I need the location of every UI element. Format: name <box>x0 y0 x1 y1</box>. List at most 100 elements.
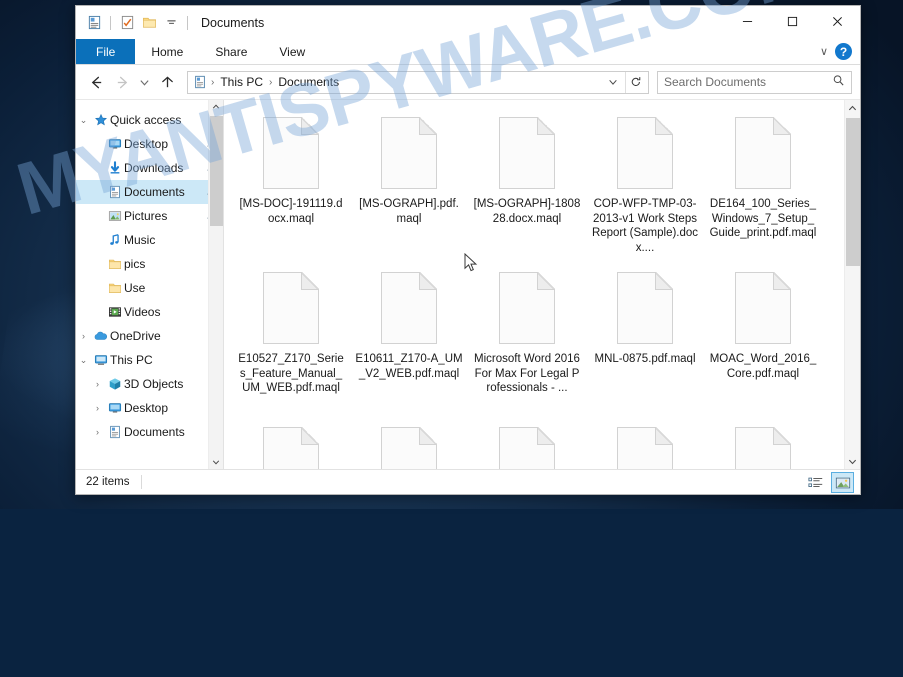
blank-document-icon <box>260 114 322 192</box>
sidebar-item-downloads[interactable]: Downloads <box>76 156 223 180</box>
content-scroll-thumb[interactable] <box>846 118 860 266</box>
back-button[interactable] <box>84 70 108 94</box>
window-title: Documents <box>201 15 265 30</box>
content-scrollbar[interactable] <box>844 100 860 469</box>
refresh-button[interactable] <box>625 71 645 93</box>
qat-divider <box>110 15 111 30</box>
chevron-down-icon[interactable]: ⌄ <box>76 355 91 366</box>
file-item[interactable]: [MS-OGRAPH].pdf.maql <box>350 106 468 261</box>
breadcrumb-documents[interactable]: Documents <box>274 75 343 89</box>
address-breadcrumb-field[interactable]: › This PC › Documents <box>187 70 649 94</box>
file-item[interactable] <box>232 416 350 469</box>
item-count-label: 22 items <box>86 476 130 488</box>
tab-share[interactable]: Share <box>199 39 263 64</box>
sidebar-item-desktop[interactable]: Desktop <box>76 132 223 156</box>
sidebar-item-documents[interactable]: › Documents <box>76 420 223 444</box>
sidebar-item-pictures[interactable]: Pictures <box>76 204 223 228</box>
chevron-right-icon[interactable]: › <box>90 379 105 389</box>
ribbon-right-controls: ∨ ? <box>820 39 856 64</box>
large-icons-view-button[interactable] <box>831 472 854 493</box>
blank-document-icon <box>496 269 558 347</box>
sidebar-item-label: Pictures <box>124 209 168 223</box>
details-view-button[interactable] <box>804 472 827 493</box>
new-folder-checklist-icon[interactable] <box>116 12 138 34</box>
folder-icon[interactable] <box>138 12 160 34</box>
file-item[interactable]: DE164_100_Series_Windows_7_Setup_Guide_p… <box>704 106 822 261</box>
breadcrumb-separator-1[interactable]: › <box>269 77 272 88</box>
breadcrumb-this-pc[interactable]: This PC <box>216 75 267 89</box>
sidebar-item-label: Documents <box>124 425 185 439</box>
file-list-view[interactable]: [MS-DOC]-191119.docx.maql [MS-OGRAPH].pdf… <box>224 100 860 469</box>
navigation-tree: ⌄ Quick access Desktop Downloads Documents Pi… <box>76 100 223 444</box>
sidebar-item-quick-access[interactable]: ⌄ Quick access <box>76 108 223 132</box>
chevron-right-icon[interactable]: › <box>90 427 105 437</box>
close-button[interactable] <box>815 6 860 36</box>
nav-scroll-thumb[interactable] <box>210 116 223 226</box>
sidebar-item-desktop[interactable]: › Desktop <box>76 396 223 420</box>
maximize-button[interactable] <box>770 6 815 36</box>
content-scroll-down-arrow[interactable] <box>845 453 860 469</box>
window-body: ⌄ Quick access Desktop Downloads Documents Pi… <box>76 100 860 469</box>
chevron-down-icon[interactable]: ⌄ <box>76 115 91 126</box>
address-dropdown-chevron-down-icon[interactable] <box>603 72 623 93</box>
nav-scroll-up-arrow[interactable] <box>209 100 223 114</box>
status-bar: 22 items <box>76 469 860 494</box>
file-item[interactable]: MNL-0875.pdf.maql <box>586 261 704 416</box>
forward-button[interactable] <box>110 70 134 94</box>
customize-chevron-down-icon[interactable] <box>160 12 182 34</box>
breadcrumb-separator-0[interactable]: › <box>211 77 214 88</box>
navigation-scrollbar[interactable] <box>208 100 223 469</box>
tab-view[interactable]: View <box>263 39 321 64</box>
file-name-label: E10611_Z170-A_UM_V2_WEB.pdf.maql <box>355 353 463 380</box>
tab-file[interactable]: File <box>76 39 136 64</box>
file-item[interactable] <box>586 416 704 469</box>
blank-document-icon <box>614 114 676 192</box>
ribbon-expand-chevron-down-icon[interactable]: ∨ <box>820 45 828 58</box>
sidebar-item-music[interactable]: Music <box>76 228 223 252</box>
blank-document-icon <box>260 424 322 469</box>
recent-locations-chevron-down-icon[interactable] <box>136 70 153 94</box>
up-button[interactable] <box>155 70 179 94</box>
tab-home[interactable]: Home <box>135 39 199 64</box>
status-divider <box>141 475 143 489</box>
file-item[interactable] <box>704 416 822 469</box>
breadcrumb-document-icon[interactable] <box>191 75 209 89</box>
file-item[interactable]: Microsoft Word 2016 For Max For Legal Pr… <box>468 261 586 416</box>
file-name-label: [MS-OGRAPH].pdf.maql <box>359 198 459 225</box>
file-item[interactable]: MOAC_Word_2016_Core.pdf.maql <box>704 261 822 416</box>
file-name-label: Microsoft Word 2016 For Max For Legal Pr… <box>474 353 580 394</box>
search-input[interactable]: Search Documents <box>657 70 852 94</box>
file-item[interactable] <box>468 416 586 469</box>
sidebar-item-label: Videos <box>124 305 161 319</box>
sidebar-item-pics[interactable]: pics <box>76 252 223 276</box>
nav-scroll-down-arrow[interactable] <box>209 455 223 469</box>
file-item[interactable]: E10611_Z170-A_UM_V2_WEB.pdf.maql <box>350 261 468 416</box>
sidebar-item-onedrive[interactable]: › OneDrive <box>76 324 223 348</box>
sidebar-item-use[interactable]: Use <box>76 276 223 300</box>
minimize-button[interactable] <box>725 6 770 36</box>
star-icon <box>91 113 110 127</box>
file-item[interactable]: E10527_Z170_Series_Feature_Manual_UM_WEB… <box>232 261 350 416</box>
file-item[interactable]: [MS-OGRAPH]-180828.docx.maql <box>468 106 586 261</box>
chevron-right-icon[interactable]: › <box>90 403 105 413</box>
sidebar-item-3d-objects[interactable]: › 3D Objects <box>76 372 223 396</box>
file-grid: [MS-DOC]-191119.docx.maql [MS-OGRAPH].pdf… <box>224 100 829 469</box>
file-item[interactable] <box>350 416 468 469</box>
search-icon[interactable] <box>832 74 845 90</box>
sidebar-item-this-pc[interactable]: ⌄ This PC <box>76 348 223 372</box>
ribbon-tab-bar: File Home Share View ∨ ? <box>76 39 860 65</box>
qat-divider-2 <box>187 15 188 30</box>
sidebar-item-documents[interactable]: Documents <box>76 180 223 204</box>
title-bar: Documents <box>76 6 860 39</box>
file-name-label: COP-WFP-TMP-03-2013-v1 Work Steps Report… <box>591 198 699 254</box>
chevron-right-icon[interactable]: › <box>76 331 91 341</box>
music-note-icon <box>105 233 124 247</box>
sidebar-item-videos[interactable]: Videos <box>76 300 223 324</box>
properties-icon[interactable] <box>83 12 105 34</box>
help-icon[interactable]: ? <box>835 43 852 60</box>
sidebar-item-label: Downloads <box>124 161 184 175</box>
content-scroll-up-arrow[interactable] <box>845 100 860 116</box>
file-item[interactable]: [MS-DOC]-191119.docx.maql <box>232 106 350 261</box>
search-placeholder: Search Documents <box>664 75 767 89</box>
file-item[interactable]: COP-WFP-TMP-03-2013-v1 Work Steps Report… <box>586 106 704 261</box>
